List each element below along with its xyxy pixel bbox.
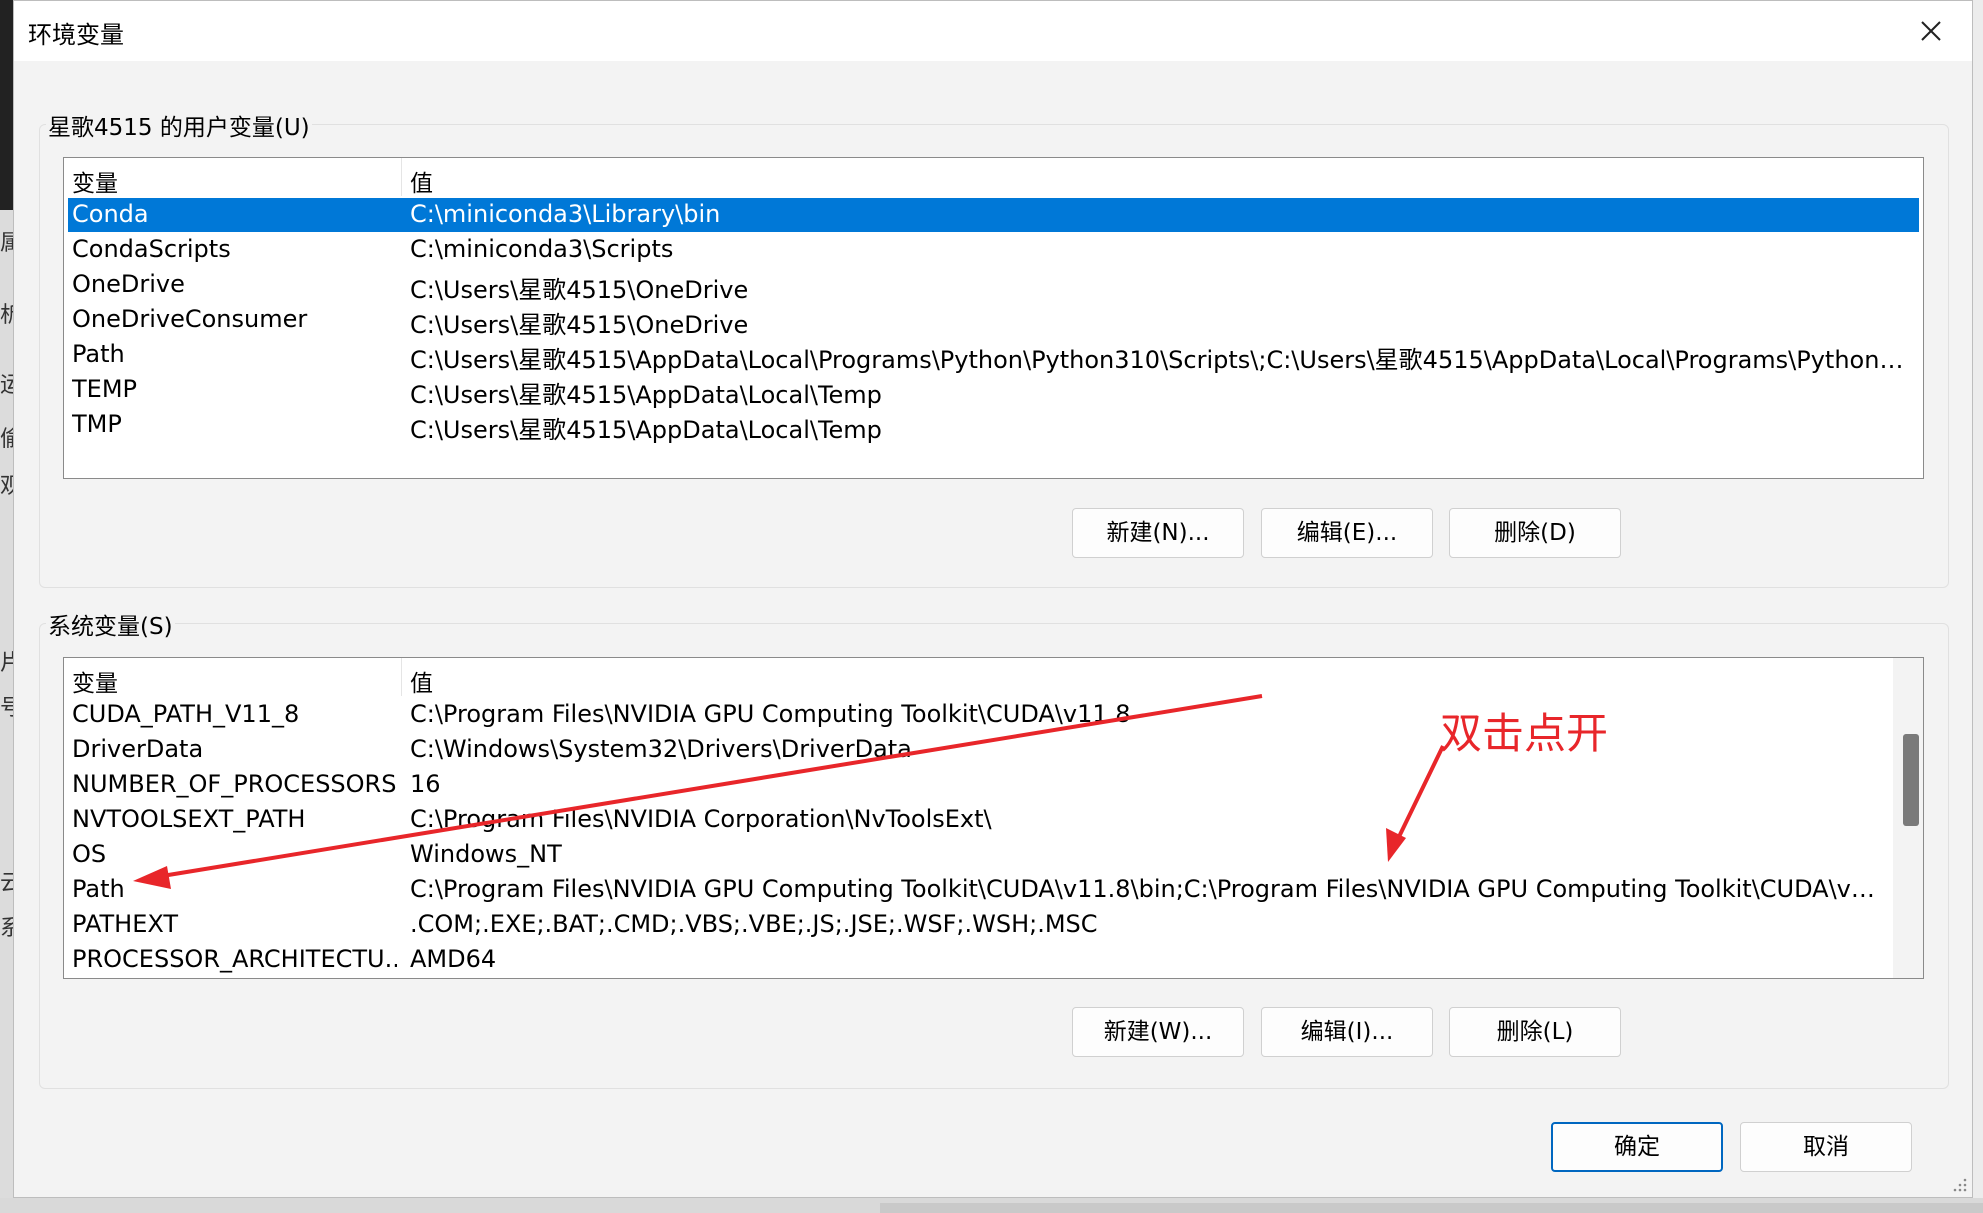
- background-text-fragment: 云: [0, 871, 13, 896]
- ok-button[interactable]: 确定: [1551, 1122, 1723, 1172]
- variable-value: C:\Users\星歌4515\AppData\Local\Temp: [410, 381, 882, 409]
- variable-name: OneDrive: [72, 270, 185, 298]
- variable-name: DriverData: [72, 735, 204, 763]
- column-header-name[interactable]: 变量: [72, 664, 118, 698]
- variable-name: TEMP: [72, 375, 138, 403]
- variable-name: OS: [72, 840, 107, 868]
- list-item[interactable]: PATHEXT .COM;.EXE;.BAT;.CMD;.VBS;.VBE;.J…: [68, 908, 1888, 942]
- column-header-value[interactable]: 值: [410, 164, 433, 198]
- system-new-button[interactable]: 新建(W)...: [1072, 1007, 1244, 1057]
- variable-name: NVTOOLSEXT_PATH: [72, 805, 306, 833]
- variable-value: C:\Users\星歌4515\OneDrive: [410, 276, 749, 304]
- system-delete-button[interactable]: 删除(L): [1449, 1007, 1621, 1057]
- close-button[interactable]: [1910, 13, 1950, 49]
- list-item[interactable]: Path C:\Users\星歌4515\AppData\Local\Progr…: [68, 338, 1919, 374]
- system-edit-button[interactable]: 编辑(I)...: [1261, 1007, 1433, 1057]
- list-item[interactable]: DriverData C:\Windows\System32\Drivers\D…: [68, 733, 1888, 767]
- variable-value: AMD64: [410, 945, 497, 973]
- variable-value: C:\miniconda3\Scripts: [410, 235, 674, 263]
- resize-grip-icon[interactable]: [1950, 1175, 1968, 1193]
- close-icon: [1921, 21, 1941, 41]
- background-dark-region: [0, 0, 13, 210]
- cancel-button[interactable]: 取消: [1740, 1122, 1912, 1172]
- list-item[interactable]: TEMP C:\Users\星歌4515\AppData\Local\Temp: [68, 373, 1919, 409]
- variable-name: Conda: [72, 200, 149, 228]
- variable-value: C:\Windows\System32\Drivers\DriverData: [410, 735, 912, 763]
- list-item[interactable]: PROCESSOR_ARCHITECTU... AMD64: [68, 943, 1888, 977]
- title-bar: 环境变量: [14, 1, 1972, 61]
- user-edit-button[interactable]: 编辑(E)...: [1261, 508, 1433, 558]
- variable-value: C:\Users\星歌4515\AppData\Local\Temp: [410, 416, 882, 444]
- variable-value: C:\Program Files\NVIDIA GPU Computing To…: [410, 700, 1131, 728]
- background-bottom-shadow: [880, 1203, 1983, 1213]
- list-item[interactable]: TMP C:\Users\星歌4515\AppData\Local\Temp: [68, 408, 1919, 444]
- background-text-fragment: 系: [0, 916, 13, 941]
- system-variables-list[interactable]: 变量 值 CUDA_PATH_V11_8 C:\Program Files\NV…: [63, 657, 1924, 979]
- variable-name: OneDriveConsumer: [72, 305, 308, 333]
- background-text-fragment: 析: [0, 303, 13, 328]
- list-item[interactable]: OneDriveConsumer C:\Users\星歌4515\OneDriv…: [68, 303, 1919, 339]
- variable-value: 16: [410, 770, 441, 798]
- list-header: 变量 值: [64, 158, 1923, 198]
- variable-name: CUDA_PATH_V11_8: [72, 700, 300, 728]
- background-text-fragment: 号: [0, 696, 13, 721]
- list-item[interactable]: NVTOOLSEXT_PATH C:\Program Files\NVIDIA …: [68, 803, 1888, 837]
- variable-name: Path: [72, 340, 125, 368]
- variable-name: TMP: [72, 410, 122, 438]
- environment-variables-dialog: 环境变量 星歌4515 的用户变量(U) 变量 值 Conda C:\minic…: [13, 0, 1973, 1198]
- variable-value: C:\Program Files\NVIDIA Corporation\NvTo…: [410, 805, 992, 833]
- variable-value: .COM;.EXE;.BAT;.CMD;.VBS;.VBE;.JS;.JSE;.…: [410, 910, 1098, 938]
- variable-name: Path: [72, 875, 125, 903]
- background-text-fragment: 观: [0, 474, 13, 499]
- user-delete-button[interactable]: 删除(D): [1449, 508, 1621, 558]
- list-item[interactable]: Conda C:\miniconda3\Library\bin: [68, 198, 1919, 232]
- window-title: 环境变量: [28, 21, 124, 49]
- column-header-value[interactable]: 值: [410, 664, 433, 698]
- variable-value: C:\Program Files\NVIDIA GPU Computing To…: [410, 875, 1880, 903]
- list-item[interactable]: NUMBER_OF_PROCESSORS 16: [68, 768, 1888, 802]
- variable-name: PROCESSOR_ARCHITECTU...: [72, 945, 397, 973]
- scrollbar-thumb[interactable]: [1903, 734, 1919, 826]
- list-item[interactable]: OneDrive C:\Users\星歌4515\OneDrive: [68, 268, 1919, 304]
- variable-value: Windows_NT: [410, 840, 562, 868]
- variable-value: C:\Users\星歌4515\OneDrive: [410, 311, 749, 339]
- variable-value: C:\miniconda3\Library\bin: [410, 200, 721, 228]
- system-variables-label: 系统变量(S): [46, 607, 175, 641]
- variable-name: PATHEXT: [72, 910, 179, 938]
- user-variables-list[interactable]: 变量 值 Conda C:\miniconda3\Library\bin Con…: [63, 157, 1924, 479]
- list-item[interactable]: Path C:\Program Files\NVIDIA GPU Computi…: [68, 873, 1888, 907]
- background-text-fragment: 片: [0, 651, 13, 676]
- column-header-name[interactable]: 变量: [72, 164, 118, 198]
- variable-name: NUMBER_OF_PROCESSORS: [72, 770, 397, 798]
- column-separator: [401, 158, 402, 196]
- annotation-label: 双击点开: [1440, 709, 1609, 758]
- column-separator: [401, 658, 402, 696]
- list-header: 变量 值: [64, 658, 1923, 698]
- user-new-button[interactable]: 新建(N)...: [1072, 508, 1244, 558]
- user-variables-label: 星歌4515 的用户变量(U): [46, 108, 312, 142]
- list-item[interactable]: CondaScripts C:\miniconda3\Scripts: [68, 233, 1919, 267]
- background-text-fragment: 偷: [0, 427, 13, 452]
- vertical-scrollbar[interactable]: [1893, 658, 1923, 978]
- background-text-fragment: 属: [0, 231, 13, 256]
- variable-value: C:\Users\星歌4515\AppData\Local\Programs\P…: [410, 346, 1910, 374]
- list-item[interactable]: CUDA_PATH_V11_8 C:\Program Files\NVIDIA …: [68, 698, 1888, 732]
- background-text-fragment: 运: [0, 373, 13, 398]
- list-item[interactable]: OS Windows_NT: [68, 838, 1888, 872]
- variable-name: CondaScripts: [72, 235, 231, 263]
